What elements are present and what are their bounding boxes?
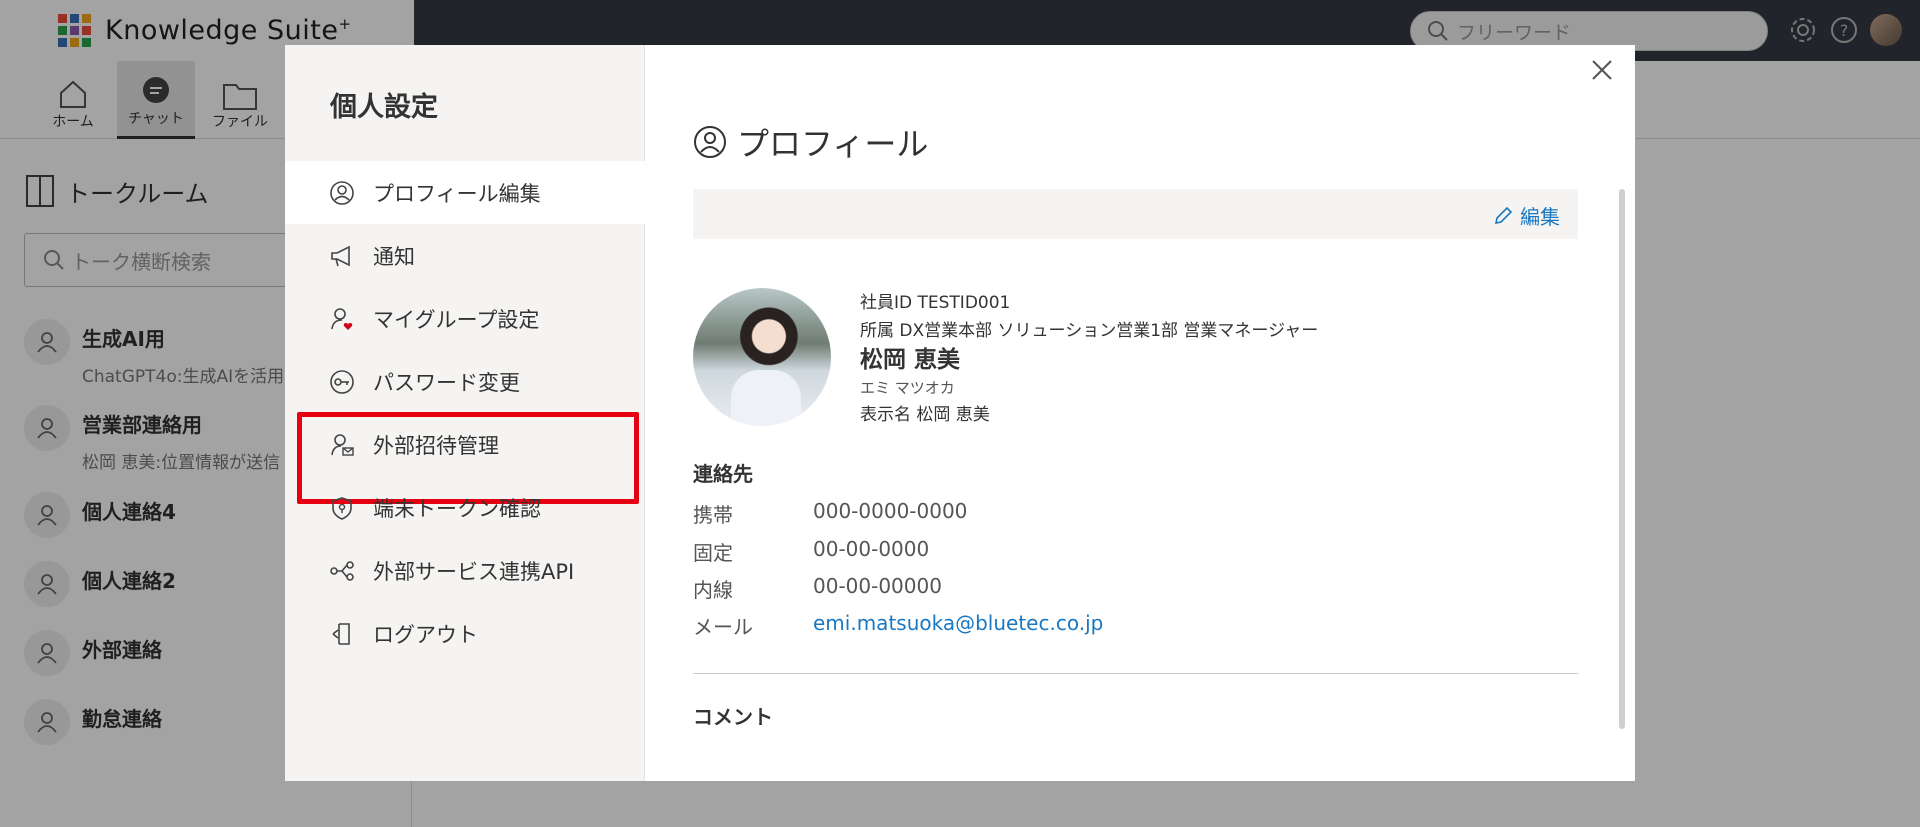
comment-title: コメント: [693, 705, 773, 729]
pencil-icon: [1494, 206, 1513, 224]
scrollbar[interactable]: [1619, 189, 1625, 729]
contact-key: 内線: [693, 578, 733, 602]
contact-key: 携帯: [693, 503, 733, 527]
contact-value: 00-00-0000: [813, 537, 930, 561]
settings-sidebar: 個人設定 プロフィール編集 通知 マイグループ設定 パスワード変更 外部招待管理: [285, 45, 645, 781]
menu-my-group[interactable]: マイグループ設定: [285, 287, 645, 350]
settings-menu: プロフィール編集 通知 マイグループ設定 パスワード変更 外部招待管理 端末トー…: [285, 161, 645, 665]
menu-notification[interactable]: 通知: [285, 224, 645, 287]
contact-row-mobile: 携帯 000-0000-0000: [693, 499, 967, 528]
contact-key: メール: [693, 615, 753, 639]
profile-panel: プロフィール 編集 社員ID TESTID001 所属 DX営業本部 ソリューシ…: [645, 45, 1635, 781]
employee-id: 社員ID TESTID001: [860, 293, 1011, 313]
edit-label: 編集: [1520, 205, 1560, 229]
menu-label: 外部サービス連携API: [373, 559, 575, 584]
contact-title: 連絡先: [693, 462, 753, 486]
menu-label: 通知: [373, 244, 415, 269]
profile-section-title: プロフィール: [693, 119, 928, 165]
contact-row-email: メール emi.matsuoka@bluetec.co.jp: [693, 611, 1103, 640]
menu-label: マイグループ設定: [373, 307, 540, 332]
profile-kana: エミ マツオカ: [860, 379, 955, 397]
megaphone-icon: [329, 243, 355, 269]
menu-device-token[interactable]: 端末トークン確認: [285, 476, 645, 539]
menu-label: ログアウト: [373, 622, 478, 647]
shield-icon: [329, 495, 355, 521]
profile-info: 社員ID TESTID001 所属 DX営業本部 ソリューション営業1部 営業マ…: [860, 289, 1318, 429]
edit-bar: 編集: [693, 189, 1578, 239]
profile-section-label: プロフィール: [737, 125, 929, 163]
api-link-icon: [329, 558, 355, 584]
key-icon: [329, 369, 355, 395]
user-circle-icon: [329, 180, 355, 206]
user-heart-icon: [329, 306, 355, 332]
menu-label: 外部招待管理: [373, 433, 499, 458]
menu-password[interactable]: パスワード変更: [285, 350, 645, 413]
modal-title: 個人設定: [330, 92, 438, 123]
profile-photo: [693, 288, 831, 426]
close-icon[interactable]: [1589, 57, 1615, 83]
menu-label: 端末トークン確認: [373, 496, 541, 521]
contact-value: 000-0000-0000: [813, 499, 968, 523]
display-name: 表示名 松岡 恵美: [860, 405, 990, 425]
contact-value: 00-00-00000: [813, 574, 942, 598]
user-mail-icon: [329, 432, 355, 458]
logout-icon: [329, 621, 355, 647]
user-circle-icon: [694, 126, 726, 158]
menu-label: プロフィール編集: [373, 181, 541, 206]
menu-profile-edit[interactable]: プロフィール編集: [285, 161, 645, 224]
menu-logout[interactable]: ログアウト: [285, 602, 645, 665]
settings-modal: 個人設定 プロフィール編集 通知 マイグループ設定 パスワード変更 外部招待管理: [285, 45, 1635, 781]
email-link[interactable]: emi.matsuoka@bluetec.co.jp: [813, 611, 1103, 640]
divider: [693, 673, 1578, 674]
contact-row-landline: 固定 00-00-0000: [693, 537, 929, 566]
affiliation: 所属 DX営業本部 ソリューション営業1部 営業マネージャー: [860, 321, 1319, 341]
menu-label: パスワード変更: [373, 370, 520, 395]
contact-key: 固定: [693, 541, 733, 565]
edit-button[interactable]: 編集: [1492, 201, 1560, 230]
menu-external-api[interactable]: 外部サービス連携API: [285, 539, 645, 602]
contact-row-extension: 内線 00-00-00000: [693, 574, 942, 603]
menu-external-invite[interactable]: 外部招待管理: [285, 412, 645, 504]
profile-name: 松岡 恵美: [860, 347, 961, 373]
